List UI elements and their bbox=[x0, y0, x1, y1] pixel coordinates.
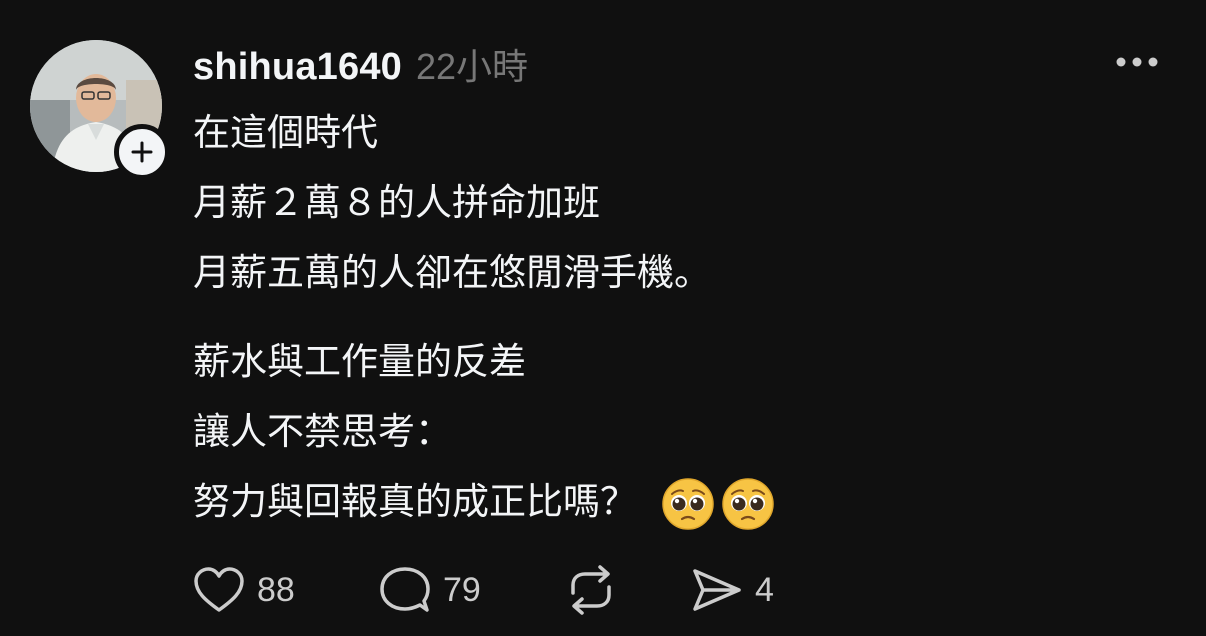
post-text-line: 在這個時代 bbox=[193, 112, 378, 153]
more-options-button[interactable] bbox=[1112, 44, 1162, 80]
avatar-container bbox=[30, 40, 170, 180]
pleading-face-emoji-icon bbox=[722, 478, 774, 530]
like-count: 88 bbox=[257, 570, 295, 609]
repost-button[interactable] bbox=[565, 560, 617, 620]
post-text-line: 努力與回報真的成正比嗎？ bbox=[193, 481, 637, 522]
repost-icon bbox=[571, 565, 611, 615]
reply-button[interactable]: 79 bbox=[379, 560, 481, 620]
username-link[interactable]: shihua1640 bbox=[193, 46, 402, 89]
plus-icon bbox=[131, 141, 153, 163]
pleading-face-emoji-icon bbox=[662, 478, 714, 530]
post-paragraph-2: 薪水與工作量的反差 讓人不禁思考： 努力與回報真的成正比嗎？ bbox=[193, 327, 775, 537]
like-button[interactable]: 88 bbox=[193, 560, 295, 620]
post-text-line: 讓人不禁思考： bbox=[193, 411, 452, 452]
more-dots-icon bbox=[1116, 57, 1158, 67]
share-button[interactable]: 4 bbox=[691, 560, 774, 620]
heart-icon bbox=[194, 567, 244, 612]
reply-count: 79 bbox=[443, 570, 481, 609]
post-timestamp: 22小時 bbox=[416, 46, 529, 87]
post-text-line: 月薪五萬的人卻在悠閒滑手機。 bbox=[193, 252, 711, 293]
thread-post: shihua1640 22小時 在這個時代 月薪２萬８的人拼命加班 月薪五萬的人… bbox=[0, 0, 1206, 636]
post-text-line: 月薪２萬８的人拼命加班 bbox=[193, 182, 600, 223]
send-icon bbox=[693, 569, 741, 611]
comment-icon bbox=[380, 567, 430, 612]
post-text-line: 薪水與工作量的反差 bbox=[193, 341, 526, 382]
post-header: shihua1640 22小時 bbox=[193, 38, 528, 88]
post-paragraph-1: 在這個時代 月薪２萬８的人拼命加班 月薪五萬的人卻在悠閒滑手機。 bbox=[193, 98, 711, 308]
share-count: 4 bbox=[755, 570, 774, 609]
follow-button[interactable] bbox=[114, 124, 170, 180]
post-text-line-with-emoji: 努力與回報真的成正比嗎？ bbox=[193, 467, 775, 537]
